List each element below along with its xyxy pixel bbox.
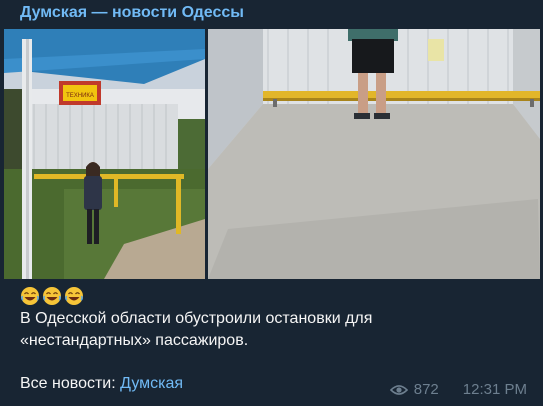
post-text: В Одесской области обустроили остановки … <box>20 308 520 352</box>
eye-icon <box>389 384 408 395</box>
channel-name[interactable]: Думская — новости Одессы <box>20 4 244 22</box>
message-time: 12:31 PM <box>462 381 527 398</box>
laughing-face-icon <box>65 287 83 305</box>
sign-text: ТЕХНИКА <box>66 93 94 99</box>
footer-channel-link[interactable]: Думская <box>120 375 183 392</box>
post-text-line-1: В Одесской области обустроили остановки … <box>20 310 373 327</box>
message-meta: 872 12:31 PM <box>389 381 527 398</box>
footer-prefix: Все новости: <box>20 375 121 392</box>
post-footer: Все новости: Думская <box>20 375 183 393</box>
photo-high-bench-person[interactable] <box>208 29 540 279</box>
post-text-line-2: «нестандартных» пассажиров. <box>20 332 249 349</box>
views-count: 872 <box>413 381 439 398</box>
laughing-face-icon <box>21 287 39 305</box>
laughing-face-icon <box>43 287 61 305</box>
photo-bus-shelter-woman[interactable]: ТЕХНИКА <box>4 29 205 279</box>
emoji-row <box>20 286 84 306</box>
message-bubble: Думская — новости Одессы ТЕХНИКА В Одесс… <box>0 0 543 406</box>
